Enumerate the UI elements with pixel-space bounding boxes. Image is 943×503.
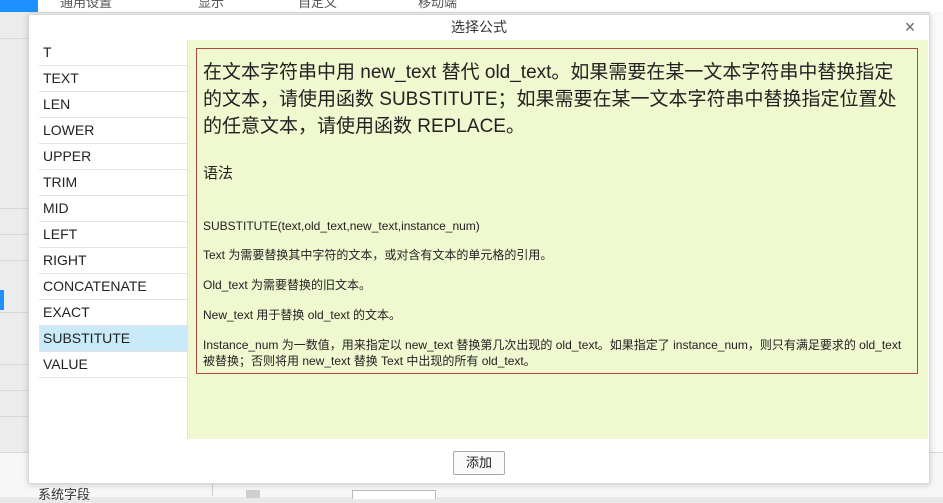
background-scrollbar xyxy=(929,12,943,496)
background-menu-item: 移动端 xyxy=(418,0,458,10)
function-item-substitute[interactable]: SUBSTITUTE xyxy=(39,326,187,352)
add-button[interactable]: 添加 xyxy=(453,451,505,475)
function-item-t[interactable]: T xyxy=(39,40,187,66)
dialog-title: 选择公式 xyxy=(451,19,507,35)
background-menu-item: 自定义 xyxy=(298,0,338,10)
function-item-mid[interactable]: MID xyxy=(39,196,187,222)
background-top-bar: 通用设置 显示 自定义 移动端 xyxy=(0,0,943,13)
background-menu-item: 通用设置 xyxy=(60,0,113,10)
background-menu-item: 显示 xyxy=(198,0,225,10)
syntax-heading: 语法 xyxy=(203,165,234,182)
description-box: 在文本字符串中用 new_text 替代 old_text。如果需要在某一文本字… xyxy=(196,48,918,374)
function-item-exact[interactable]: EXACT xyxy=(39,300,187,326)
description-pane: 在文本字符串中用 new_text 替代 old_text。如果需要在某一文本字… xyxy=(188,40,928,439)
function-item-len[interactable]: LEN xyxy=(39,92,187,118)
function-item-lower[interactable]: LOWER xyxy=(39,118,187,144)
param-old-text: Old_text 为需要替换的旧文本。 xyxy=(203,278,372,292)
param-instance-num: Instance_num 为一数值，用来指定以 new_text 替换第几次出现… xyxy=(203,338,902,368)
background-input xyxy=(352,490,436,499)
function-item-upper[interactable]: UPPER xyxy=(39,144,187,170)
function-item-text[interactable]: TEXT xyxy=(39,66,187,92)
background-accent-tab xyxy=(0,0,38,12)
function-item-value[interactable]: VALUE xyxy=(39,352,187,378)
description-headline: 在文本字符串中用 new_text 替代 old_text。如果需要在某一文本字… xyxy=(203,62,897,137)
function-item-trim[interactable]: TRIM xyxy=(39,170,187,196)
function-item-left[interactable]: LEFT xyxy=(39,222,187,248)
function-list: T TEXT LEN LOWER UPPER TRIM MID LEFT RIGHT CONCAT… xyxy=(39,40,188,439)
param-text: Text 为需要替换其中字符的文本，或对含有文本的单元格的引用。 xyxy=(203,248,553,262)
close-icon[interactable]: × xyxy=(901,18,919,36)
background-left-column xyxy=(0,12,28,452)
formula-dialog: 选择公式 × T TEXT LEN LOWER UPPER TRIM MID LEFT RIGH… xyxy=(28,14,930,484)
function-item-right[interactable]: RIGHT xyxy=(39,248,187,274)
background-section-label: 系统字段 xyxy=(38,487,91,502)
param-new-text: New_text 用于替换 old_text 的文本。 xyxy=(203,308,402,322)
function-item-concatenate[interactable]: CONCATENATE xyxy=(39,274,187,300)
syntax-signature: SUBSTITUTE(text,old_text,new_text,instan… xyxy=(203,219,480,233)
background-checkbox xyxy=(246,490,260,498)
